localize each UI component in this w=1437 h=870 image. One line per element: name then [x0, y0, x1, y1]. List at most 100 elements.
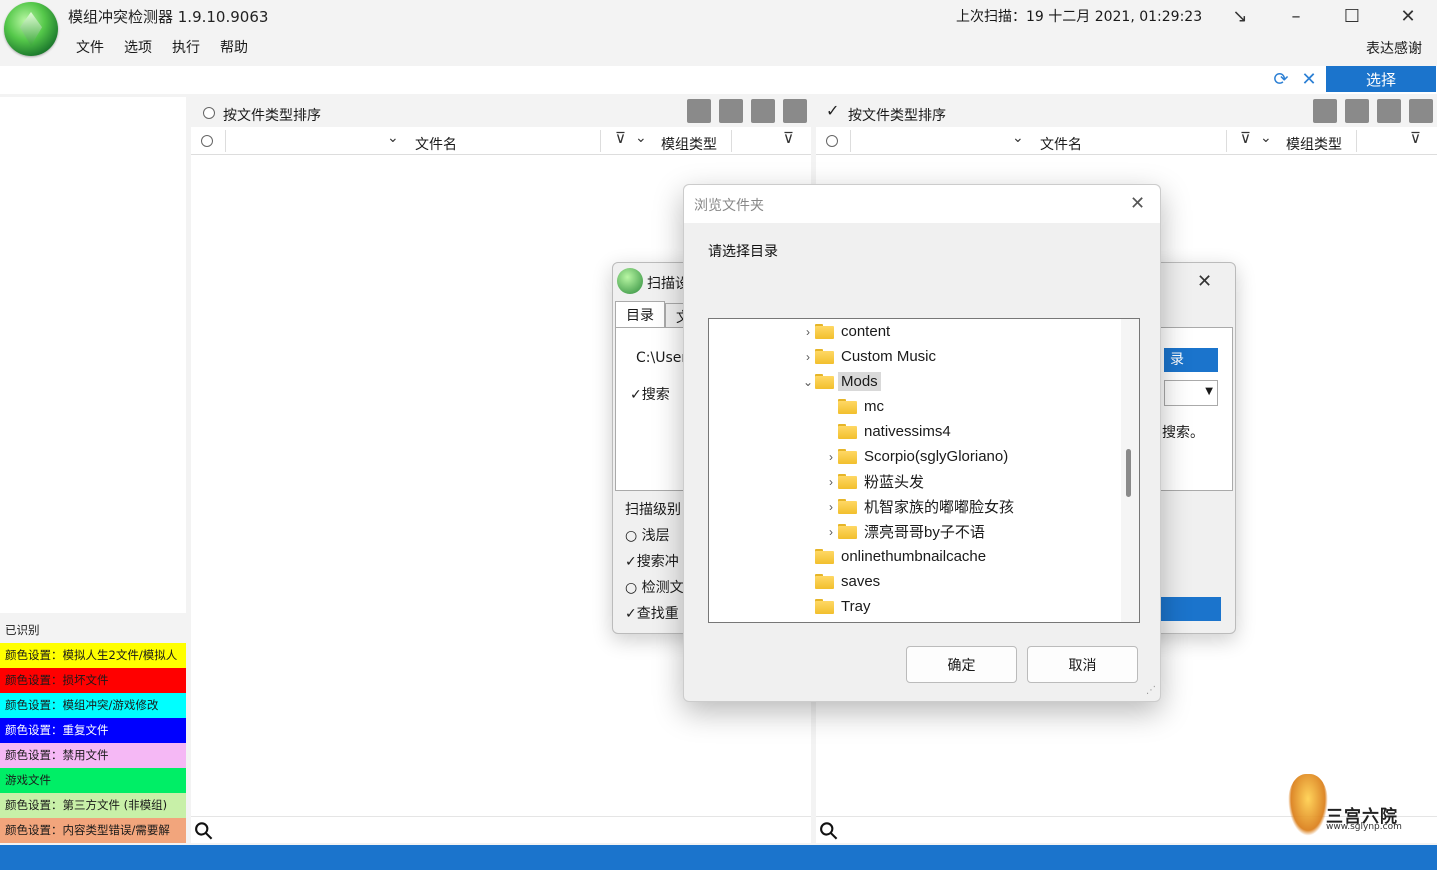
search-bar[interactable]: ⚲ — [188, 815, 811, 847]
legend-item[interactable]: 游戏文件 — [0, 768, 186, 793]
tab-directory[interactable]: 目录 — [615, 301, 665, 327]
play-icon[interactable] — [751, 99, 775, 123]
chevron-down-icon[interactable]: ⌄ — [801, 375, 815, 389]
menu-help[interactable]: 帮助 — [220, 37, 248, 57]
tree-item-label: 机智家族的嘟嘟脸女孩 — [864, 499, 1015, 516]
thanks-link[interactable]: 表达感谢 — [1366, 38, 1422, 58]
radio-icon: ○ — [625, 580, 642, 596]
option-search-conflicts[interactable]: ✓搜索冲 — [625, 551, 679, 571]
directory-dropdown[interactable] — [1164, 380, 1218, 406]
maximize-button[interactable]: ☐ — [1324, 0, 1380, 32]
scrollbar-thumb[interactable] — [1126, 449, 1131, 497]
menu-options[interactable]: 选项 — [124, 37, 152, 57]
filter-icon[interactable]: ⊽ — [1240, 129, 1251, 147]
tree-item[interactable]: › 漂亮哥哥by子不语 — [824, 519, 988, 544]
column-filename[interactable]: 文件名 — [1040, 134, 1082, 154]
tree-item[interactable]: › Custom Music — [801, 344, 939, 369]
filter-icon[interactable]: ⊽ — [1410, 129, 1421, 147]
select-button[interactable]: 选择 — [1326, 66, 1436, 92]
filter-icon[interactable]: ⊽ — [615, 129, 626, 147]
select-all-radio[interactable] — [201, 135, 213, 147]
chevron-down-icon[interactable]: ⌄ — [1012, 130, 1024, 146]
ok-button[interactable]: 确定 — [906, 646, 1017, 683]
legend-item[interactable]: 颜色设置：第三方文件 (非模组) — [0, 793, 186, 818]
close-icon[interactable]: ✕ — [1197, 271, 1212, 292]
filter-icon[interactable]: ⊽ — [783, 129, 794, 147]
column-divider — [731, 130, 732, 152]
close-icon[interactable]: ✕ — [1130, 193, 1145, 214]
chevron-right-icon[interactable]: › — [824, 500, 838, 514]
delete-icon[interactable] — [1409, 99, 1433, 123]
column-divider — [850, 130, 851, 152]
directory-path[interactable]: C:\User — [636, 350, 687, 366]
folder-icon — [815, 324, 834, 339]
select-all-radio[interactable] — [826, 135, 838, 147]
sidebar-tree[interactable] — [0, 97, 186, 613]
restore-arrow-icon[interactable]: ↘ — [1212, 0, 1268, 32]
chevron-right-icon[interactable]: › — [801, 350, 815, 364]
legend-item[interactable]: 颜色设置：模组冲突/游戏修改 — [0, 693, 186, 718]
delete-icon[interactable] — [783, 99, 807, 123]
tree-item[interactable]: › content — [801, 319, 893, 344]
menu-file[interactable]: 文件 — [76, 37, 104, 57]
search-icon[interactable]: ⚲ — [813, 815, 845, 847]
search-checkbox[interactable]: ✓搜索 — [630, 384, 670, 404]
tree-item[interactable]: onlinethumbnailcache — [801, 544, 989, 569]
tree-item[interactable]: ⌄ Mods — [801, 369, 881, 394]
browse-folder-dialog: 浏览文件夹 ✕ 请选择目录 › content › Custom Music ⌄ Mods… — [683, 184, 1161, 702]
legend-item[interactable]: 颜色设置：内容类型错误/需要解 — [0, 818, 186, 843]
chevron-right-icon[interactable]: › — [824, 475, 838, 489]
option-detect-files[interactable]: ○ 检测文 — [625, 577, 684, 597]
sort-checkbox[interactable]: ✓ — [826, 101, 839, 120]
option-find-duplicates[interactable]: ✓查找重 — [625, 603, 679, 623]
resize-grip-icon[interactable]: ⋰ — [1146, 685, 1156, 696]
pie-chart-icon[interactable] — [1313, 99, 1337, 123]
search-icon[interactable]: ⚲ — [188, 815, 220, 847]
tree-item[interactable]: saves — [801, 569, 883, 594]
close-button[interactable]: ✕ — [1380, 0, 1436, 32]
tree-item[interactable]: › Scorpio(sglyGloriano) — [824, 444, 1011, 469]
tree-item[interactable]: nativessims4 — [824, 419, 954, 444]
folder-icon — [815, 599, 834, 614]
watermark-logo: 三宫六院 www.sglynp.com — [1286, 774, 1410, 838]
printer-icon[interactable] — [1345, 99, 1369, 123]
cancel-button[interactable]: 取消 — [1027, 646, 1138, 683]
phoenix-icon — [1288, 774, 1328, 836]
tree-item[interactable]: › 机智家族的嘟嘟脸女孩 — [824, 494, 1017, 519]
legend-item[interactable]: 颜色设置：禁用文件 — [0, 743, 186, 768]
chevron-right-icon[interactable]: › — [824, 450, 838, 464]
chevron-down-icon[interactable]: ⌄ — [387, 130, 399, 146]
chevron-right-icon[interactable]: › — [824, 525, 838, 539]
play-icon[interactable] — [1377, 99, 1401, 123]
tree-item[interactable]: mc — [824, 394, 887, 419]
folder-icon — [815, 349, 834, 364]
chevron-down-icon[interactable]: ⌄ — [635, 130, 647, 146]
tree-item-label: 漂亮哥哥by子不语 — [864, 524, 985, 541]
pie-chart-icon[interactable] — [687, 99, 711, 123]
tree-item-label: Tray — [841, 598, 871, 615]
column-modtype[interactable]: 模组类型 — [1286, 134, 1342, 154]
refresh-icon[interactable]: ⟳ — [1270, 68, 1292, 90]
color-legend: 已识别 颜色设置：模拟人生2文件/模拟人 颜色设置：损坏文件 颜色设置：模组冲突… — [0, 618, 186, 843]
tree-scrollbar[interactable] — [1121, 319, 1139, 622]
minimize-button[interactable]: – — [1268, 0, 1324, 32]
tree-item-label: content — [841, 323, 891, 340]
watermark-url: www.sglynp.com — [1326, 822, 1402, 832]
printer-icon[interactable] — [719, 99, 743, 123]
column-filename[interactable]: 文件名 — [415, 134, 457, 154]
folder-tree[interactable]: › content › Custom Music ⌄ Mods mc nativessims4… — [708, 318, 1140, 623]
legend-item[interactable]: 颜色设置：损坏文件 — [0, 668, 186, 693]
sort-radio[interactable] — [203, 107, 215, 119]
clear-icon[interactable]: ✕ — [1298, 68, 1320, 90]
legend-item[interactable]: 颜色设置：重复文件 — [0, 718, 186, 743]
option-shallow[interactable]: ○ 浅层 — [625, 525, 670, 545]
menu-run[interactable]: 执行 — [172, 37, 200, 57]
column-modtype[interactable]: 模组类型 — [661, 134, 717, 154]
legend-item[interactable]: 颜色设置：模拟人生2文件/模拟人 — [0, 643, 186, 668]
start-scan-button[interactable] — [1161, 597, 1221, 621]
chevron-right-icon[interactable]: › — [801, 325, 815, 339]
directory-button[interactable]: 录 — [1164, 348, 1218, 372]
chevron-down-icon[interactable]: ⌄ — [1260, 130, 1272, 146]
tree-item[interactable]: › 粉蓝头发 — [824, 469, 927, 494]
tree-item[interactable]: Tray — [801, 594, 873, 619]
